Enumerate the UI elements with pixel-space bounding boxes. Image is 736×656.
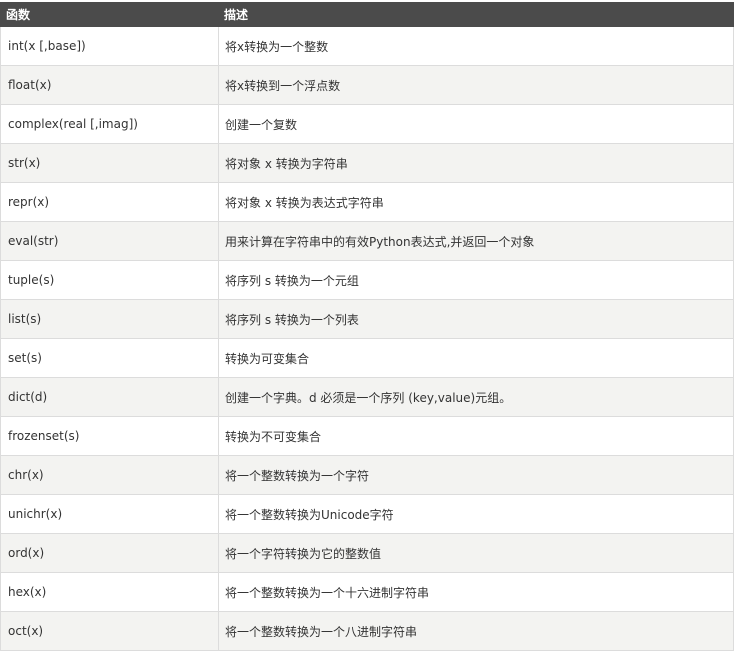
function-cell: repr(x) — [0, 182, 219, 222]
page: 函数 描述 int(x [,base]) 将x转换为一个整数 float(x) … — [0, 0, 735, 656]
table-row: chr(x) 将一个整数转换为一个字符 — [0, 455, 734, 495]
description-cell: 将对象 x 转换为字符串 — [218, 143, 734, 183]
description-cell: 将序列 s 转换为一个元组 — [218, 260, 734, 300]
function-cell: oct(x) — [0, 611, 219, 651]
description-cell: 创建一个字典。d 必须是一个序列 (key,value)元组。 — [218, 377, 734, 417]
table-row: set(s) 转换为可变集合 — [0, 338, 734, 378]
function-cell: frozenset(s) — [0, 416, 219, 456]
description-cell: 将对象 x 转换为表达式字符串 — [218, 182, 734, 222]
header-description: 描述 — [218, 2, 734, 27]
function-cell: list(s) — [0, 299, 219, 339]
table-row: ord(x) 将一个字符转换为它的整数值 — [0, 533, 734, 573]
description-cell: 转换为不可变集合 — [218, 416, 734, 456]
table-row: oct(x) 将一个整数转换为一个八进制字符串 — [0, 611, 734, 651]
description-cell: 将一个整数转换为一个字符 — [218, 455, 734, 495]
description-cell: 将一个整数转换为Unicode字符 — [218, 494, 734, 534]
function-cell: float(x) — [0, 65, 219, 105]
table-row: complex(real [,imag]) 创建一个复数 — [0, 104, 734, 144]
table-row: frozenset(s) 转换为不可变集合 — [0, 416, 734, 456]
header-function: 函数 — [0, 2, 219, 27]
table-row: eval(str) 用来计算在字符串中的有效Python表达式,并返回一个对象 — [0, 221, 734, 261]
table-row: list(s) 将序列 s 转换为一个列表 — [0, 299, 734, 339]
function-cell: int(x [,base]) — [0, 26, 219, 66]
table-row: tuple(s) 将序列 s 转换为一个元组 — [0, 260, 734, 300]
function-cell: unichr(x) — [0, 494, 219, 534]
description-cell: 将x转换为一个整数 — [218, 26, 734, 66]
function-cell: chr(x) — [0, 455, 219, 495]
table-row: float(x) 将x转换到一个浮点数 — [0, 65, 734, 105]
description-cell: 创建一个复数 — [218, 104, 734, 144]
function-cell: eval(str) — [0, 221, 219, 261]
table-body: int(x [,base]) 将x转换为一个整数 float(x) 将x转换到一… — [0, 26, 734, 651]
function-table: 函数 描述 int(x [,base]) 将x转换为一个整数 float(x) … — [0, 2, 734, 651]
description-cell: 将序列 s 转换为一个列表 — [218, 299, 734, 339]
description-cell: 将一个字符转换为它的整数值 — [218, 533, 734, 573]
function-cell: ord(x) — [0, 533, 219, 573]
table-row: dict(d) 创建一个字典。d 必须是一个序列 (key,value)元组。 — [0, 377, 734, 417]
description-cell: 将x转换到一个浮点数 — [218, 65, 734, 105]
function-cell: complex(real [,imag]) — [0, 104, 219, 144]
table-row: repr(x) 将对象 x 转换为表达式字符串 — [0, 182, 734, 222]
table-header: 函数 描述 — [0, 2, 734, 27]
description-cell: 将一个整数转换为一个十六进制字符串 — [218, 572, 734, 612]
function-cell: str(x) — [0, 143, 219, 183]
description-cell: 用来计算在字符串中的有效Python表达式,并返回一个对象 — [218, 221, 734, 261]
function-cell: tuple(s) — [0, 260, 219, 300]
table-row: str(x) 将对象 x 转换为字符串 — [0, 143, 734, 183]
description-cell: 转换为可变集合 — [218, 338, 734, 378]
table-row: hex(x) 将一个整数转换为一个十六进制字符串 — [0, 572, 734, 612]
function-cell: dict(d) — [0, 377, 219, 417]
function-cell: set(s) — [0, 338, 219, 378]
header-row: 函数 描述 — [0, 2, 734, 27]
table-row: unichr(x) 将一个整数转换为Unicode字符 — [0, 494, 734, 534]
table-row: int(x [,base]) 将x转换为一个整数 — [0, 26, 734, 66]
function-cell: hex(x) — [0, 572, 219, 612]
description-cell: 将一个整数转换为一个八进制字符串 — [218, 611, 734, 651]
